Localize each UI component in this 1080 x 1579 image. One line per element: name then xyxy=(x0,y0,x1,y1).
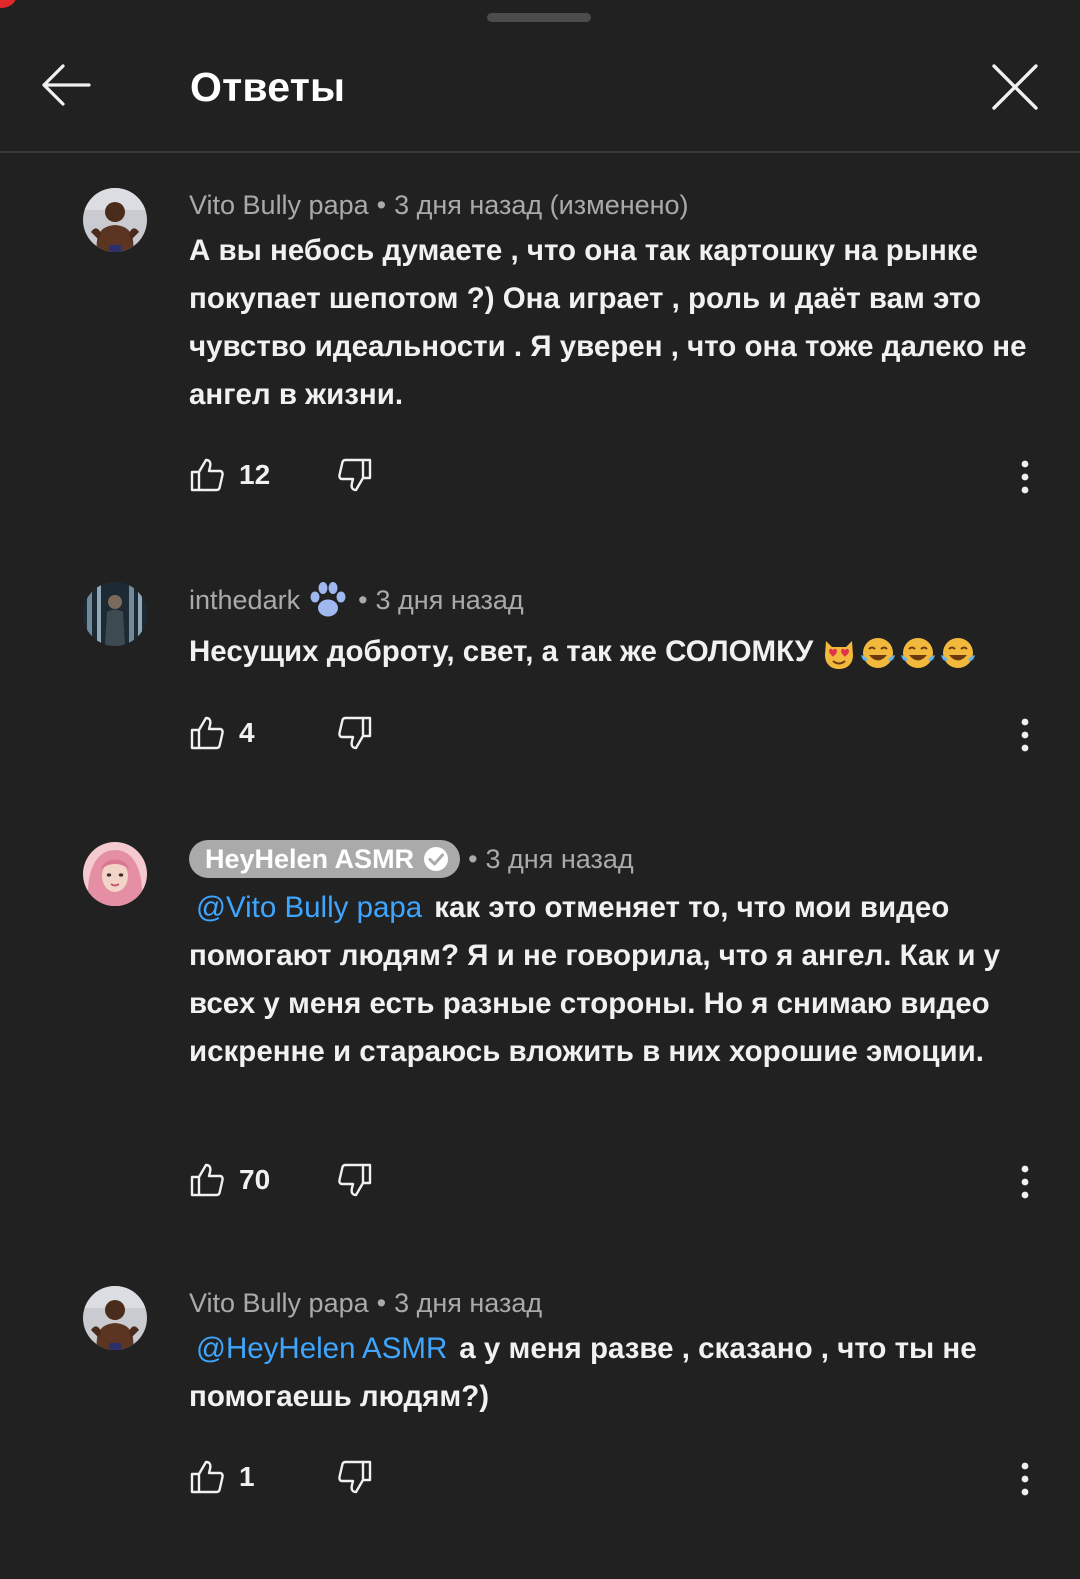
thumb-up-icon xyxy=(190,716,224,750)
paw-prints-emoji xyxy=(306,580,350,620)
thumb-up-icon xyxy=(190,458,224,492)
like-count: 12 xyxy=(239,459,271,490)
comment-actions: 1 xyxy=(189,1459,1039,1499)
more-vert-icon xyxy=(1021,718,1029,752)
comment-text: @HeyHelen ASMR а у меня разве , сказано ,… xyxy=(189,1325,1039,1421)
meta-separator: • xyxy=(376,189,387,220)
more-options-button[interactable] xyxy=(1005,1455,1045,1503)
comment-text-content: А вы небось думаете , что она так картош… xyxy=(189,234,1027,411)
like-button[interactable]: 70 xyxy=(189,1162,270,1198)
emoji-group xyxy=(821,635,977,671)
author-name[interactable]: Vito Bully papa xyxy=(189,1288,369,1319)
comment-time: 3 дня назад xyxy=(375,584,524,615)
avatar[interactable] xyxy=(83,582,147,646)
close-button[interactable] xyxy=(988,60,1042,114)
more-vert-icon xyxy=(1021,460,1029,494)
avatar[interactable] xyxy=(83,188,147,252)
arrow-left-icon xyxy=(42,64,91,106)
like-count: 70 xyxy=(239,1164,271,1195)
like-button[interactable]: 12 xyxy=(189,457,270,493)
more-options-button[interactable] xyxy=(1005,711,1045,759)
comment-actions: 12 xyxy=(189,457,1039,497)
author-name[interactable]: Vito Bully papa xyxy=(189,190,369,221)
meta-separator: • xyxy=(376,1287,387,1318)
comment-time: 3 дня назад xyxy=(394,1287,543,1318)
dislike-button[interactable] xyxy=(337,1162,373,1203)
author-name: HeyHelen ASMR xyxy=(205,843,415,874)
more-vert-icon xyxy=(1021,1462,1029,1496)
tears-of-joy-emoji xyxy=(901,638,936,669)
dislike-button[interactable] xyxy=(337,715,373,756)
meta-separator: • xyxy=(358,584,368,615)
thumb-down-icon xyxy=(338,458,372,492)
mention-link[interactable]: @HeyHelen ASMR xyxy=(196,1332,447,1365)
dislike-button[interactable] xyxy=(337,1459,373,1500)
comment-time: 3 дня назад (изменено) xyxy=(394,189,689,220)
like-button[interactable]: 4 xyxy=(189,715,255,751)
more-options-button[interactable] xyxy=(1005,453,1045,501)
dislike-button[interactable] xyxy=(337,457,373,498)
thumb-down-icon xyxy=(338,716,372,750)
comment-time: 3 дня назад xyxy=(485,843,634,874)
avatar[interactable] xyxy=(83,1286,147,1350)
more-vert-icon xyxy=(1021,1165,1029,1199)
comment-meta: Vito Bully papa • 3 дня назад (изменено) xyxy=(189,185,689,225)
mention-link[interactable]: @Vito Bully papa xyxy=(196,891,422,924)
verified-check-icon xyxy=(422,845,450,873)
creator-author-chip[interactable]: HeyHelen ASMR xyxy=(189,840,461,878)
comment-meta: HeyHelen ASMR • 3 дня назад xyxy=(189,839,634,879)
page-title: Ответы xyxy=(190,64,346,110)
comment-text-content: Несущих доброту, свет, а так же СОЛОМКУ xyxy=(189,635,814,668)
meta-separator: • xyxy=(468,843,478,874)
more-options-button[interactable] xyxy=(1005,1158,1045,1206)
thumb-up-icon xyxy=(190,1163,224,1197)
thumb-down-icon xyxy=(338,1460,372,1494)
comment-actions: 4 xyxy=(189,715,1039,755)
comment-meta: Vito Bully papa • 3 дня назад xyxy=(189,1283,542,1323)
tears-of-joy-emoji xyxy=(861,638,896,669)
close-icon xyxy=(992,64,1038,110)
avatar[interactable] xyxy=(83,842,147,906)
back-button[interactable] xyxy=(36,58,94,112)
comment-text: А вы небось думаете , что она так картош… xyxy=(189,227,1039,419)
like-button[interactable]: 1 xyxy=(189,1459,255,1495)
heart-eyes-cat-emoji xyxy=(825,641,854,670)
tears-of-joy-emoji xyxy=(941,638,976,669)
like-count: 1 xyxy=(239,1461,255,1492)
comment-text: @Vito Bully papa как это отменяет то, что… xyxy=(189,884,1039,1076)
author-name[interactable]: inthedark xyxy=(189,585,300,616)
comment-actions: 70 xyxy=(189,1162,1039,1202)
replies-header: Ответы xyxy=(0,0,1080,153)
thumb-down-icon xyxy=(338,1163,372,1197)
comment-text: Несущих доброту, свет, а так же СОЛОМКУ xyxy=(189,628,1039,676)
like-count: 4 xyxy=(239,717,255,748)
thumb-up-icon xyxy=(190,1460,224,1494)
comment-meta: inthedark • 3 дня назад xyxy=(189,580,524,620)
